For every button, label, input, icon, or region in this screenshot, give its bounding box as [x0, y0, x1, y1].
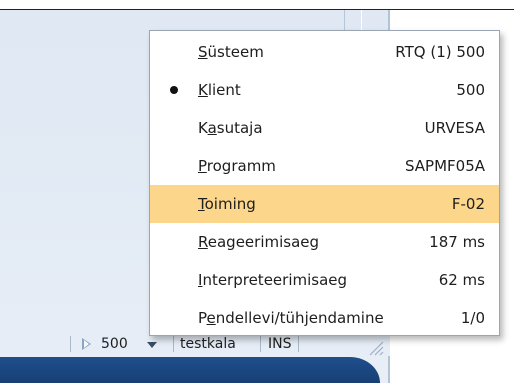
- menu-item-label: Interpreteerimisaeg: [198, 271, 348, 289]
- status-separator: [70, 336, 71, 352]
- resize-grip-icon[interactable]: [366, 338, 384, 356]
- menu-item-value: SAPMF05A: [404, 157, 485, 175]
- taskbar-strip: [0, 357, 380, 383]
- menu-item-value: 62 ms: [438, 271, 485, 289]
- menu-item-label: Programm: [198, 157, 276, 175]
- menu-item-susteem[interactable]: Süsteem RTQ (1) 500: [150, 33, 499, 71]
- menu-item-reageerimisaeg[interactable]: Reageerimisaeg 187 ms: [150, 223, 499, 261]
- status-separator: [173, 336, 174, 352]
- status-client[interactable]: 500: [101, 332, 128, 356]
- menu-item-programm[interactable]: Programm SAPMF05A: [150, 147, 499, 185]
- menu-item-label: Klient: [198, 81, 241, 99]
- menu-item-kasutaja[interactable]: Kasutaja URVESA: [150, 109, 499, 147]
- menu-item-value: URVESA: [424, 119, 485, 137]
- menu-item-label: Süsteem: [198, 43, 264, 61]
- status-separator: [298, 336, 299, 352]
- menu-item-value: F-02: [451, 195, 485, 213]
- menu-item-label: Pendellevi/tühjendamine: [198, 309, 384, 327]
- system-info-popup-menu: Süsteem RTQ (1) 500 Klient 500 Kasutaja …: [149, 30, 500, 336]
- chevron-down-icon[interactable]: [147, 342, 157, 348]
- checked-bullet-icon: [170, 86, 178, 94]
- play-icon[interactable]: [82, 338, 91, 350]
- menu-item-label: Reageerimisaeg: [198, 233, 320, 251]
- menu-item-klient[interactable]: Klient 500: [150, 71, 499, 109]
- menu-item-label: Kasutaja: [198, 119, 263, 137]
- menu-item-pendellevi[interactable]: Pendellevi/tühjendamine 1/0: [150, 299, 499, 337]
- menu-item-toiming[interactable]: Toiming F-02: [150, 185, 499, 223]
- menu-item-value: 187 ms: [429, 233, 485, 251]
- menu-item-interpreteerimisaeg[interactable]: Interpreteerimisaeg 62 ms: [150, 261, 499, 299]
- menu-item-label: Toiming: [198, 195, 256, 213]
- status-separator: [260, 336, 261, 352]
- menu-item-value: RTQ (1) 500: [395, 43, 485, 61]
- menu-item-value: 500: [456, 81, 485, 99]
- menu-item-value: 1/0: [460, 309, 485, 327]
